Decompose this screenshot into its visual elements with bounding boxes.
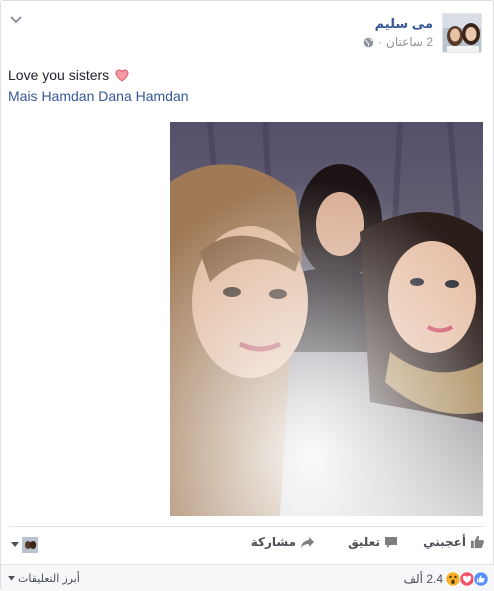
post-options-chevron-icon[interactable]	[9, 15, 23, 25]
reactions-summary[interactable]: 2.4 ألف	[404, 571, 489, 587]
comment-icon	[385, 536, 397, 548]
comment-sort-dropdown[interactable]: أبرز التعليقات	[8, 572, 80, 585]
post-meta: 2 ساعتان ·	[363, 33, 433, 51]
post-message: Love you sisters	[8, 67, 110, 83]
reactions-count[interactable]: 2.4 ألف	[404, 572, 443, 586]
author-avatar[interactable]	[442, 13, 482, 53]
post-photo[interactable]	[170, 122, 483, 516]
sort-label: أبرز التعليقات	[18, 573, 80, 585]
action-bar: أعجبني تعليق مشاركة	[1, 531, 494, 557]
divider-top	[9, 526, 485, 527]
meta-separator: ·	[378, 35, 383, 49]
author-name[interactable]: مى سليم	[363, 15, 433, 33]
post-text: Love you sisters	[8, 66, 129, 87]
chevron-down-icon	[11, 542, 19, 547]
share-button[interactable]: مشاركة	[251, 535, 315, 549]
post-card: مى سليم 2 ساعتان · Love you sisters Mais…	[0, 0, 494, 591]
reaction-icons	[445, 571, 489, 587]
tagged-people[interactable]: Mais Hamdan Dana Hamdan	[8, 87, 189, 106]
mini-avatar-icon	[22, 537, 38, 553]
heart-emoji-icon	[115, 68, 129, 87]
comment-label: تعليق	[348, 535, 380, 549]
post-time[interactable]: 2 ساعتان	[386, 33, 433, 51]
profile-switcher[interactable]	[11, 537, 38, 553]
globe-icon[interactable]	[363, 37, 374, 48]
like-button[interactable]: أعجبني	[423, 535, 485, 549]
thumbs-up-icon	[470, 535, 484, 549]
share-label: مشاركة	[250, 535, 296, 549]
like-reaction-icon	[473, 571, 489, 587]
post-header: مى سليم 2 ساعتان ·	[363, 15, 433, 51]
share-arrow-icon	[301, 536, 314, 548]
reactions-footer: أبرز التعليقات 2.4 ألف	[1, 564, 494, 591]
like-label: أعجبني	[423, 535, 466, 549]
comment-button[interactable]: تعليق	[348, 535, 398, 549]
chevron-down-icon	[8, 576, 15, 581]
